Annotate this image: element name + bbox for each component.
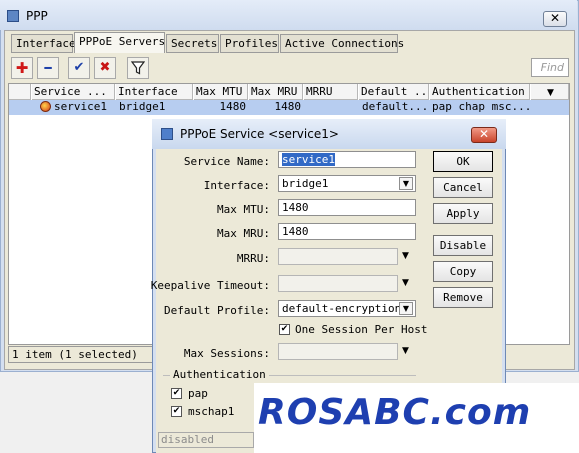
remove-button[interactable]: ━ <box>37 57 59 79</box>
find-input[interactable]: Find <box>531 58 569 77</box>
mrru-field[interactable] <box>278 248 398 265</box>
interface-label: Interface: <box>203 179 270 192</box>
ppp-titlebar <box>0 0 577 30</box>
disable-button[interactable]: ✖ <box>94 57 116 79</box>
keepalive-expand-icon[interactable]: ▼ <box>402 278 409 288</box>
max-mtu-label: Max MTU: <box>217 203 270 216</box>
dialog-app-icon <box>161 128 173 140</box>
service-name-value: service1 <box>282 153 335 166</box>
max-mtu-field[interactable]: 1480 <box>278 199 416 216</box>
cell-interface: bridge1 <box>119 100 166 113</box>
column-header-blank <box>9 84 31 100</box>
cell-max-mtu: 1480 <box>219 100 247 113</box>
column-header-max-mru[interactable]: Max MRU <box>249 84 303 100</box>
interface-dropdown-icon[interactable]: ▼ <box>399 177 413 190</box>
service-status-icon <box>40 101 51 112</box>
default-profile-select[interactable]: default-encryption <box>278 300 416 317</box>
ppp-close-button[interactable]: ✕ <box>543 11 567 27</box>
keepalive-timeout-field[interactable] <box>278 275 398 292</box>
watermark-text: ROSABC.com <box>258 392 532 433</box>
add-button[interactable]: ✚ <box>11 57 33 79</box>
max-sessions-label: Max Sessions: <box>183 347 270 360</box>
x-icon: ✖ <box>99 60 111 75</box>
tab-active-connections[interactable]: Active Connections <box>280 34 404 53</box>
service-name-label: Service Name: <box>183 155 270 168</box>
max-sessions-expand-icon[interactable]: ▼ <box>402 346 409 356</box>
cell-max-mru: 1480 <box>274 100 302 113</box>
mrru-label: MRRU: <box>236 252 270 265</box>
one-session-checkbox[interactable]: ✔ <box>279 324 290 335</box>
cell-mrru <box>306 100 356 115</box>
column-header-service[interactable]: Service ... / <box>32 84 115 100</box>
one-session-label: One Session Per Host <box>295 323 428 336</box>
column-header-interface[interactable]: Interface <box>116 84 193 100</box>
copy-button[interactable]: Copy <box>433 261 493 282</box>
ppp-window-title: PPP <box>26 9 48 23</box>
max-mru-field[interactable]: 1480 <box>278 223 416 240</box>
column-header-default-profile[interactable]: Default ... <box>359 84 429 100</box>
check-icon: ✔ <box>73 60 85 75</box>
filter-button[interactable] <box>127 57 149 79</box>
filter-icon <box>130 61 146 75</box>
ok-button[interactable]: OK <box>433 151 493 172</box>
tab-secrets[interactable]: Secrets <box>166 34 219 53</box>
apply-button[interactable]: Apply <box>433 203 493 224</box>
column-header-mrru[interactable]: MRRU <box>304 84 358 100</box>
dialog-title: PPPoE Service <service1> <box>180 127 339 141</box>
plus-icon: ✚ <box>15 59 29 77</box>
keepalive-timeout-label: Keepalive Timeout: <box>150 279 270 292</box>
pap-checkbox[interactable]: ✔ <box>171 388 182 399</box>
interface-value: bridge1 <box>282 177 329 190</box>
mschap1-label: mschap1 <box>188 405 235 418</box>
dialog-close-button[interactable]: ✕ <box>471 127 497 143</box>
column-header-authentication[interactable]: Authentication <box>430 84 530 100</box>
authentication-label: Authentication <box>170 368 269 381</box>
remove-button[interactable]: Remove <box>433 287 493 308</box>
service-name-field[interactable]: service1 <box>278 151 416 168</box>
tab-pppoe-servers[interactable]: PPPoE Servers <box>74 32 165 53</box>
ppp-app-icon <box>7 10 19 22</box>
default-profile-dropdown-icon[interactable]: ▼ <box>399 302 413 315</box>
default-profile-label: Default Profile: <box>164 304 270 317</box>
dialog-status: disabled <box>158 432 254 448</box>
mrru-expand-icon[interactable]: ▼ <box>402 251 409 261</box>
column-header-max-mtu[interactable]: Max MTU <box>194 84 248 100</box>
tab-interface[interactable]: Interface <box>11 34 76 53</box>
column-chooser-button[interactable]: ▼ <box>531 84 569 100</box>
cell-service: service1 <box>54 100 107 113</box>
interface-select[interactable]: bridge1 <box>278 175 416 192</box>
disable-button[interactable]: Disable <box>433 235 493 256</box>
max-sessions-field[interactable] <box>278 343 398 360</box>
chevron-down-icon: ▼ <box>547 88 554 98</box>
mschap1-checkbox[interactable]: ✔ <box>171 406 182 417</box>
enable-button[interactable]: ✔ <box>68 57 90 79</box>
cell-default-profile: default... <box>362 100 428 113</box>
status-bar: 1 item (1 selected) <box>8 346 158 363</box>
max-mru-label: Max MRU: <box>217 227 270 240</box>
minus-icon: ━ <box>44 61 52 75</box>
default-profile-value: default-encryption <box>282 302 402 315</box>
cell-authentication: pap chap msc... <box>432 100 529 113</box>
cancel-button[interactable]: Cancel <box>433 177 493 198</box>
tab-profiles[interactable]: Profiles <box>220 34 279 53</box>
pap-label: pap <box>188 387 208 400</box>
